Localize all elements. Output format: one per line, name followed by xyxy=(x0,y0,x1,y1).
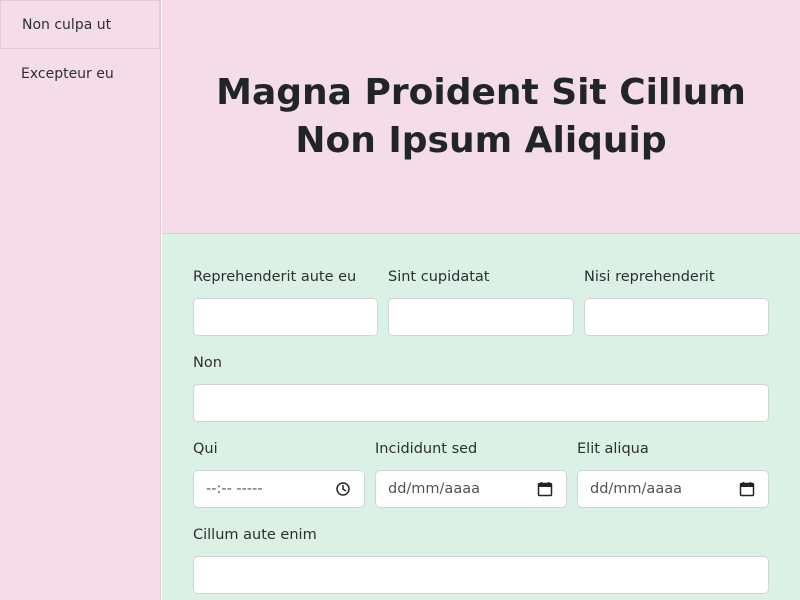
sidebar-item-excepteur-eu[interactable]: Excepteur eu xyxy=(0,49,160,98)
time-placeholder: --:-- ----- xyxy=(206,481,263,497)
elit-aliqua-date-input[interactable]: dd/mm/aaaa xyxy=(577,470,769,508)
date-placeholder: dd/mm/aaaa xyxy=(388,481,480,497)
field-label-nisi-reprehenderit: Nisi reprehenderit xyxy=(584,269,715,285)
field-label-sint-cupidatat: Sint cupidatat xyxy=(388,269,490,285)
page: Non culpa ut Excepteur eu Magna Proident… xyxy=(0,0,800,600)
sidebar-item-non-culpa-ut[interactable]: Non culpa ut xyxy=(0,0,160,49)
non-input[interactable] xyxy=(193,384,769,422)
sidebar: Non culpa ut Excepteur eu xyxy=(0,0,161,600)
page-title: Magna Proident Sit Cillum Non Ipsum Aliq… xyxy=(216,71,746,161)
field-label-reprehenderit-aute-eu: Reprehenderit aute eu xyxy=(193,269,357,285)
sint-cupidatat-input[interactable] xyxy=(388,298,574,336)
calendar-icon[interactable] xyxy=(738,480,756,498)
qui-time-input[interactable]: --:-- ----- xyxy=(193,470,365,508)
calendar-icon[interactable] xyxy=(536,480,554,498)
sidebar-item-label: Excepteur eu xyxy=(21,65,114,82)
incididunt-sed-date-input[interactable]: dd/mm/aaaa xyxy=(375,470,567,508)
header: Magna Proident Sit Cillum Non Ipsum Aliq… xyxy=(162,0,800,234)
sidebar-item-label: Non culpa ut xyxy=(22,16,112,33)
nisi-reprehenderit-input[interactable] xyxy=(584,298,769,336)
field-label-cillum-aute-enim: Cillum aute enim xyxy=(193,527,317,543)
clock-icon[interactable] xyxy=(334,480,352,498)
form: Reprehenderit aute eu Sint cupidatat Nis… xyxy=(162,234,800,600)
reprehenderit-aute-eu-input[interactable] xyxy=(193,298,378,336)
cillum-aute-enim-input[interactable] xyxy=(193,556,769,594)
field-label-qui: Qui xyxy=(193,441,218,457)
field-label-incididunt-sed: Incididunt sed xyxy=(375,441,478,457)
field-label-elit-aliqua: Elit aliqua xyxy=(577,441,649,457)
date-placeholder: dd/mm/aaaa xyxy=(590,481,682,497)
field-label-non: Non xyxy=(193,355,222,371)
